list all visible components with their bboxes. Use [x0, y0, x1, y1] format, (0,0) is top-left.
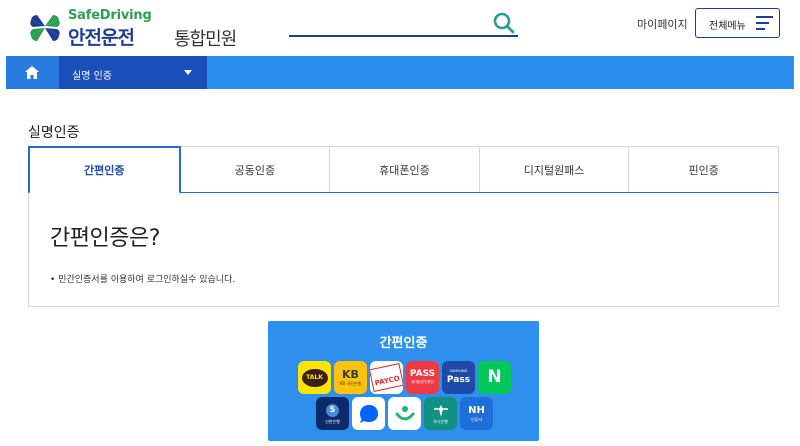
clover-logo-icon	[30, 15, 60, 41]
site-logo[interactable]: SafeDriving 안전운전 통합민원	[28, 8, 248, 50]
mypage-link[interactable]: 마이페이지	[637, 16, 688, 32]
all-menu-label: 전체메뉴	[709, 21, 746, 32]
tab-simple-auth[interactable]: 간편인증	[28, 146, 181, 194]
home-button[interactable]	[6, 56, 59, 89]
breadcrumb-bar: 실명 인증	[6, 56, 794, 89]
toss-app-icon[interactable]	[352, 397, 385, 430]
shinhan-app-icon[interactable]: S 신한은행	[316, 397, 349, 430]
logo-english: SafeDriving	[68, 8, 152, 23]
nh-app-icon[interactable]: NH 인증서	[460, 397, 493, 430]
tab-pin-auth[interactable]: 핀인증	[629, 147, 778, 192]
kakao-app-icon[interactable]: TALK	[298, 361, 331, 394]
breadcrumb-dropdown[interactable]: 실명 인증	[59, 56, 207, 89]
samsung-pass-app-icon[interactable]: SAMSUNG Pass	[442, 361, 475, 394]
payco-app-icon[interactable]: PAYCO	[370, 361, 403, 394]
tab-digital-onepass[interactable]: 디지털원패스	[479, 147, 630, 192]
banksalad-app-icon[interactable]	[388, 397, 421, 430]
page-title: 실명인증	[28, 125, 80, 141]
hamburger-icon	[756, 16, 773, 30]
tab-content: 간편인증은? • 민간인증서를 이용하여 로그인하실수 있습니다.	[28, 193, 779, 307]
breadcrumb-label: 실명 인증	[72, 71, 112, 82]
speech-bubble-icon	[359, 404, 378, 423]
search-icon[interactable]	[492, 11, 516, 35]
logo-subtitle: 통합민원	[174, 29, 237, 50]
panel-title: 간편인증	[379, 336, 428, 351]
search-input[interactable]	[289, 35, 518, 37]
site-header: SafeDriving 안전운전 통합민원 마이페이지 전체메뉴	[0, 0, 800, 55]
caret-down-icon	[184, 70, 192, 75]
logo-korean: 안전운전	[68, 27, 135, 49]
tab-mobile-auth[interactable]: 휴대폰인증	[330, 147, 480, 192]
tab-joint-cert[interactable]: 공동인증	[180, 147, 331, 192]
content-description: • 민간인증서를 이용하여 로그인하실수 있습니다.	[50, 275, 236, 285]
hana-app-icon[interactable]: 하나은행	[424, 397, 457, 430]
auth-tabs: 간편인증 공동인증 휴대폰인증 디지털원패스 핀인증	[28, 146, 779, 194]
smile-leaf-icon	[395, 405, 414, 420]
all-menu-button[interactable]: 전체메뉴	[695, 8, 780, 38]
simple-auth-panel: 간편인증 TALK KB KB 국민은행 PAYCO PASS 휴대폰본인확인 …	[268, 321, 539, 441]
content-title: 간편인증은?	[50, 226, 160, 251]
kb-app-icon[interactable]: KB KB 국민은행	[334, 361, 367, 394]
home-icon	[25, 66, 39, 79]
pass-app-icon[interactable]: PASS 휴대폰본인확인	[406, 361, 439, 394]
naver-app-icon[interactable]: N	[478, 361, 511, 394]
hana-logo-icon	[433, 404, 448, 417]
